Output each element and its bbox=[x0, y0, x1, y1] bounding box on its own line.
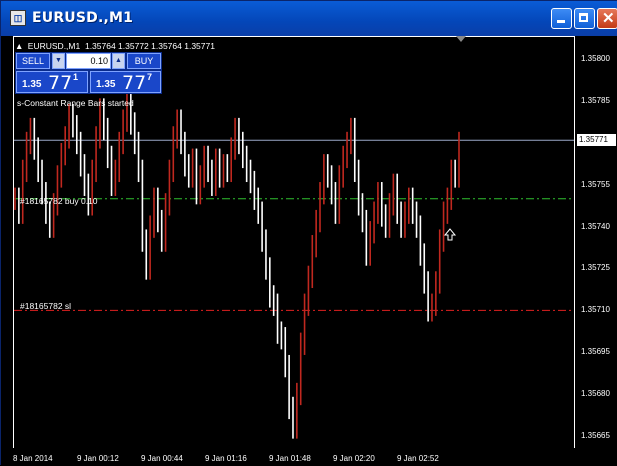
price-tick-label: 1.35740 bbox=[581, 221, 610, 231]
chart-header: ▲ EURUSD.,M1 1.35764 1.35772 1.35764 1.3… bbox=[15, 41, 215, 51]
time-tick-label: 9 Jan 02:20 bbox=[333, 454, 375, 463]
ohlc-values: 1.35764 1.35772 1.35764 1.35771 bbox=[84, 41, 215, 51]
time-tick-label: 9 Jan 00:44 bbox=[141, 454, 183, 463]
time-tick-label: 9 Jan 00:12 bbox=[77, 454, 119, 463]
time-tick-label: 9 Jan 02:52 bbox=[397, 454, 439, 463]
buy-price-prefix: 1.35 bbox=[96, 79, 116, 90]
chart-window: ◫ EURUSD.,M1 ✕ ▲ EURUSD.,M1 1.35764 1.35… bbox=[0, 0, 617, 466]
time-tick-label: 8 Jan 2014 bbox=[13, 454, 53, 463]
symbol-timeframe: EURUSD.,M1 bbox=[27, 41, 81, 51]
chevron-up-icon: ▲ bbox=[115, 57, 122, 64]
one-click-trading-panel: SELL ▼ ▲ BUY 1.35 77 1 1.35 77 7 bbox=[15, 52, 162, 94]
time-tick-label: 9 Jan 01:16 bbox=[205, 454, 247, 463]
current-price-tag: 1.35771 bbox=[577, 134, 616, 147]
price-tick-label: 1.35800 bbox=[581, 54, 610, 64]
lot-decrease-button[interactable]: ▼ bbox=[52, 53, 65, 69]
buy-price-big: 77 bbox=[122, 72, 147, 94]
buy-price-sup: 7 bbox=[147, 72, 153, 82]
lot-increase-button[interactable]: ▲ bbox=[112, 53, 125, 69]
stop-loss-label[interactable]: #18165782 sl bbox=[20, 301, 71, 311]
price-tick-label: 1.35710 bbox=[581, 305, 610, 315]
indicator-status-message: s-Constant Range Bars started bbox=[17, 98, 134, 108]
sell-button[interactable]: SELL bbox=[16, 53, 50, 69]
sell-price-sup: 1 bbox=[73, 72, 79, 82]
buy-order-label[interactable]: #18165782 buy 0.10 bbox=[20, 196, 98, 206]
price-tick-label: 1.35680 bbox=[581, 389, 610, 398]
chevron-down-icon: ▼ bbox=[55, 57, 62, 64]
collapse-triangle-icon[interactable]: ▲ bbox=[15, 41, 23, 51]
price-tick-label: 1.35725 bbox=[581, 263, 610, 273]
buy-quote[interactable]: 1.35 77 7 bbox=[90, 71, 161, 94]
chart-shift-marker[interactable] bbox=[456, 36, 466, 42]
time-tick-label: 9 Jan 01:48 bbox=[269, 454, 311, 463]
price-tick-label: 1.35665 bbox=[581, 430, 610, 440]
price-tick-label: 1.35755 bbox=[581, 179, 610, 189]
sell-quote[interactable]: 1.35 77 1 bbox=[16, 71, 88, 94]
buy-button[interactable]: BUY bbox=[127, 53, 161, 69]
sell-price-big: 77 bbox=[48, 72, 73, 94]
lot-size-input[interactable] bbox=[66, 53, 111, 69]
price-tick-label: 1.35695 bbox=[581, 347, 610, 357]
sell-price-prefix: 1.35 bbox=[22, 79, 42, 90]
price-tick-label: 1.35785 bbox=[581, 96, 610, 106]
